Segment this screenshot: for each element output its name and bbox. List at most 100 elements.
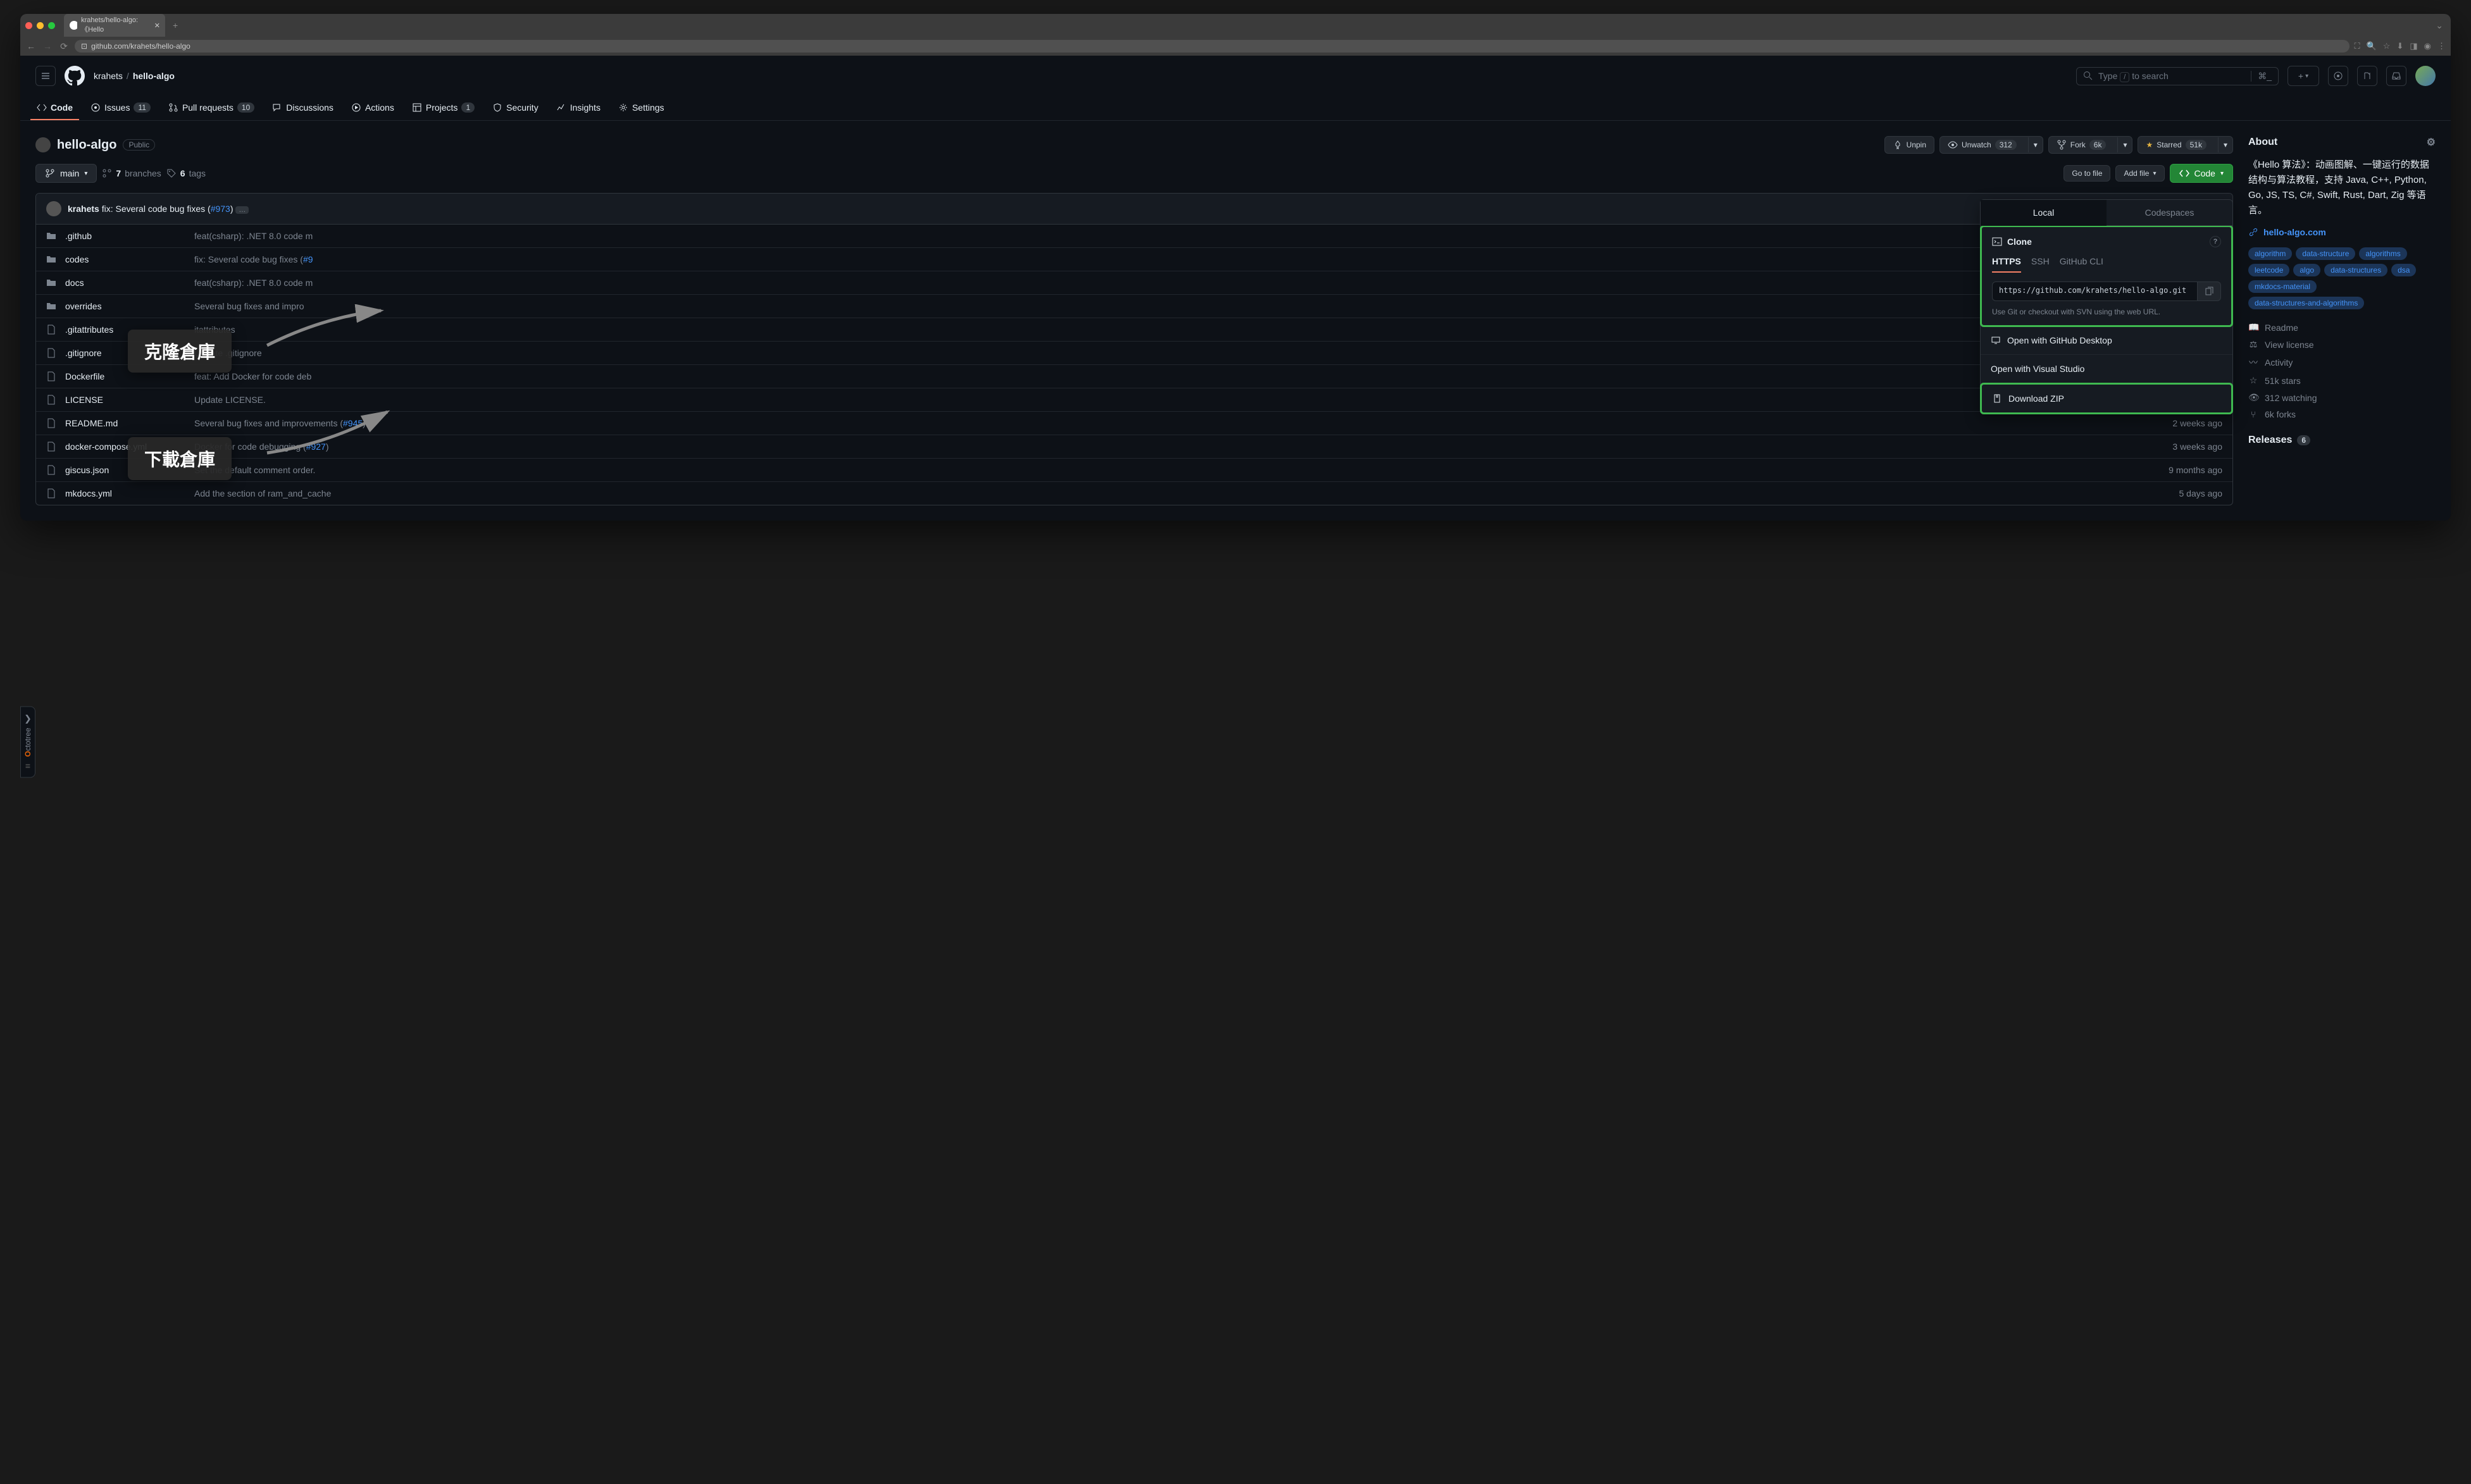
unpin-button[interactable]: Unpin (1884, 136, 1934, 154)
download-icon[interactable]: ⬇ (2396, 41, 2403, 51)
file-name[interactable]: overrides (65, 301, 185, 311)
site-info-icon[interactable]: ⊡ (81, 42, 87, 51)
search-input[interactable]: Type / to search ⌘_ (2076, 67, 2279, 85)
topic-tag[interactable]: leetcode (2248, 264, 2289, 276)
topic-tag[interactable]: algo (2293, 264, 2320, 276)
file-name[interactable]: docs (65, 278, 185, 288)
commit-author[interactable]: krahets (68, 204, 99, 214)
maximize-window-icon[interactable] (48, 22, 55, 29)
gear-icon[interactable]: ⚙ (2427, 136, 2436, 149)
back-button[interactable]: ← (25, 41, 37, 51)
topic-tag[interactable]: data-structure (2296, 247, 2355, 260)
file-row[interactable]: .gitignoreUpdate .gitignore (36, 342, 2232, 365)
file-row[interactable]: overrides Several bug fixes and impro (36, 295, 2232, 318)
tab-pulls[interactable]: Pull requests10 (162, 96, 261, 120)
screen-icon[interactable]: ⛶ (2355, 41, 2360, 51)
tags-link[interactable]: 6tags (166, 168, 206, 178)
tab-discussions[interactable]: Discussions (266, 96, 340, 120)
caret-down-icon[interactable]: ▾ (2028, 137, 2043, 152)
minimize-window-icon[interactable] (37, 22, 44, 29)
branches-link[interactable]: 7branches (102, 168, 161, 178)
url-field[interactable]: ⊡ github.com/krahets/hello-algo (75, 40, 2350, 53)
file-row[interactable]: codesfix: Several code bug fixes (#9 (36, 248, 2232, 271)
github-logo-icon[interactable] (65, 66, 85, 86)
forward-button[interactable]: → (42, 41, 53, 51)
forks-link[interactable]: ⑂6k forks (2248, 409, 2436, 419)
tab-security[interactable]: Security (486, 96, 545, 120)
owner-link[interactable]: krahets (94, 71, 123, 81)
browser-tab[interactable]: krahets/hello-algo: 《Hello ✕ (64, 14, 165, 37)
repo-link[interactable]: hello-algo (133, 71, 175, 81)
commit-avatar[interactable] (46, 201, 61, 216)
file-row[interactable]: docsfeat(csharp): .NET 8.0 code m (36, 271, 2232, 295)
close-window-icon[interactable] (25, 22, 32, 29)
file-name[interactable]: codes (65, 254, 185, 264)
tab-local[interactable]: Local (1981, 200, 2107, 226)
activity-link[interactable]: 〰Activity (2248, 356, 2436, 369)
pr-link[interactable]: #9 (303, 254, 313, 264)
file-row[interactable]: .gitattributesitattributes (36, 318, 2232, 342)
file-commit-msg[interactable]: Several bug fixes and impro (194, 301, 2213, 311)
download-zip[interactable]: Download ZIP (1980, 383, 2233, 414)
topic-tag[interactable]: mkdocs-material (2248, 280, 2317, 293)
file-commit-msg[interactable]: Add the section of ram_and_cache (194, 488, 2170, 498)
topic-tag[interactable]: data-structures (2324, 264, 2387, 276)
file-commit-msg[interactable]: Update LICENSE. (194, 395, 2213, 405)
file-commit-msg[interactable]: Several bug fixes and improvements (#945… (194, 418, 2163, 428)
star-button[interactable]: ★Starred51k▾ (2138, 136, 2233, 154)
website-link[interactable]: hello-algo.com (2248, 227, 2436, 237)
file-commit-msg[interactable]: Update .gitignore (194, 348, 2213, 358)
file-name[interactable]: LICENSE (65, 395, 185, 405)
open-visual-studio[interactable]: Open with Visual Studio (1981, 355, 2232, 383)
branch-select-button[interactable]: main▾ (35, 164, 97, 183)
file-row[interactable]: Dockerfile feat: Add Docker for code deb (36, 365, 2232, 388)
file-row[interactable]: LICENSE Update LICENSE. (36, 388, 2232, 412)
file-row[interactable]: docker-compose.ymlDocker for code debugg… (36, 435, 2232, 459)
stars-link[interactable]: ☆51k stars (2248, 375, 2436, 386)
tab-projects[interactable]: Projects1 (406, 96, 481, 120)
octotree-sidebar[interactable]: ❯ Octotree ≡ (20, 706, 35, 777)
new-tab-button[interactable]: + (169, 20, 182, 30)
profile-icon[interactable]: ◉ (2424, 41, 2431, 51)
tab-insights[interactable]: Insights (550, 96, 607, 120)
tab-gh-cli[interactable]: GitHub CLI (2060, 256, 2103, 273)
pr-link[interactable]: #927 (306, 442, 326, 452)
fork-button[interactable]: Fork6k▾ (2048, 136, 2133, 154)
readme-link[interactable]: 📖Readme (2248, 322, 2436, 333)
go-to-file-button[interactable]: Go to file (2063, 165, 2110, 182)
file-row[interactable]: .githubfeat(csharp): .NET 8.0 code m (36, 225, 2232, 248)
file-commit-msg[interactable]: feat(csharp): .NET 8.0 code m (194, 231, 2213, 241)
more-button[interactable]: … (235, 206, 249, 214)
reload-button[interactable]: ⟳ (58, 41, 70, 52)
open-github-desktop[interactable]: Open with GitHub Desktop (1981, 326, 2232, 355)
watch-button[interactable]: Unwatch312▾ (1939, 136, 2043, 154)
file-commit-msg[interactable]: itattributes (194, 325, 2213, 335)
watching-link[interactable]: 👁312 watching (2248, 392, 2436, 403)
caret-down-icon[interactable]: ▾ (2117, 137, 2132, 152)
file-commit-msg[interactable]: Set the default comment order. (194, 465, 2160, 475)
hamburger-menu-button[interactable] (35, 66, 56, 86)
add-file-button[interactable]: Add file▾ (2115, 165, 2164, 182)
help-icon[interactable]: ? (2210, 236, 2221, 247)
file-name[interactable]: mkdocs.yml (65, 488, 185, 498)
topic-tag[interactable]: algorithm (2248, 247, 2292, 260)
tab-https[interactable]: HTTPS (1992, 256, 2021, 273)
chevron-down-icon[interactable]: ⌄ (2436, 20, 2443, 31)
copy-button[interactable] (2198, 281, 2221, 301)
topic-tag[interactable]: algorithms (2359, 247, 2406, 260)
file-name[interactable]: Dockerfile (65, 371, 185, 381)
command-palette-icon[interactable]: ⌘_ (2251, 71, 2272, 82)
pr-link[interactable]: #945 (343, 418, 363, 428)
file-commit-msg[interactable]: feat: Add Docker for code deb (194, 371, 2213, 381)
tab-issues[interactable]: Issues11 (84, 96, 157, 120)
topic-tag[interactable]: dsa (2391, 264, 2416, 276)
tab-ssh[interactable]: SSH (2031, 256, 2050, 273)
tab-codespaces[interactable]: Codespaces (2107, 200, 2232, 226)
license-link[interactable]: ⚖View license (2248, 339, 2436, 350)
close-tab-icon[interactable]: ✕ (154, 22, 160, 30)
user-avatar[interactable] (2415, 66, 2436, 86)
file-row[interactable]: giscus.jsonSet the default comment order… (36, 459, 2232, 482)
bookmark-icon[interactable]: ☆ (2383, 41, 2391, 51)
commit-pr-link[interactable]: #973 (211, 204, 230, 214)
releases-header[interactable]: Releases 6 (2248, 435, 2436, 446)
